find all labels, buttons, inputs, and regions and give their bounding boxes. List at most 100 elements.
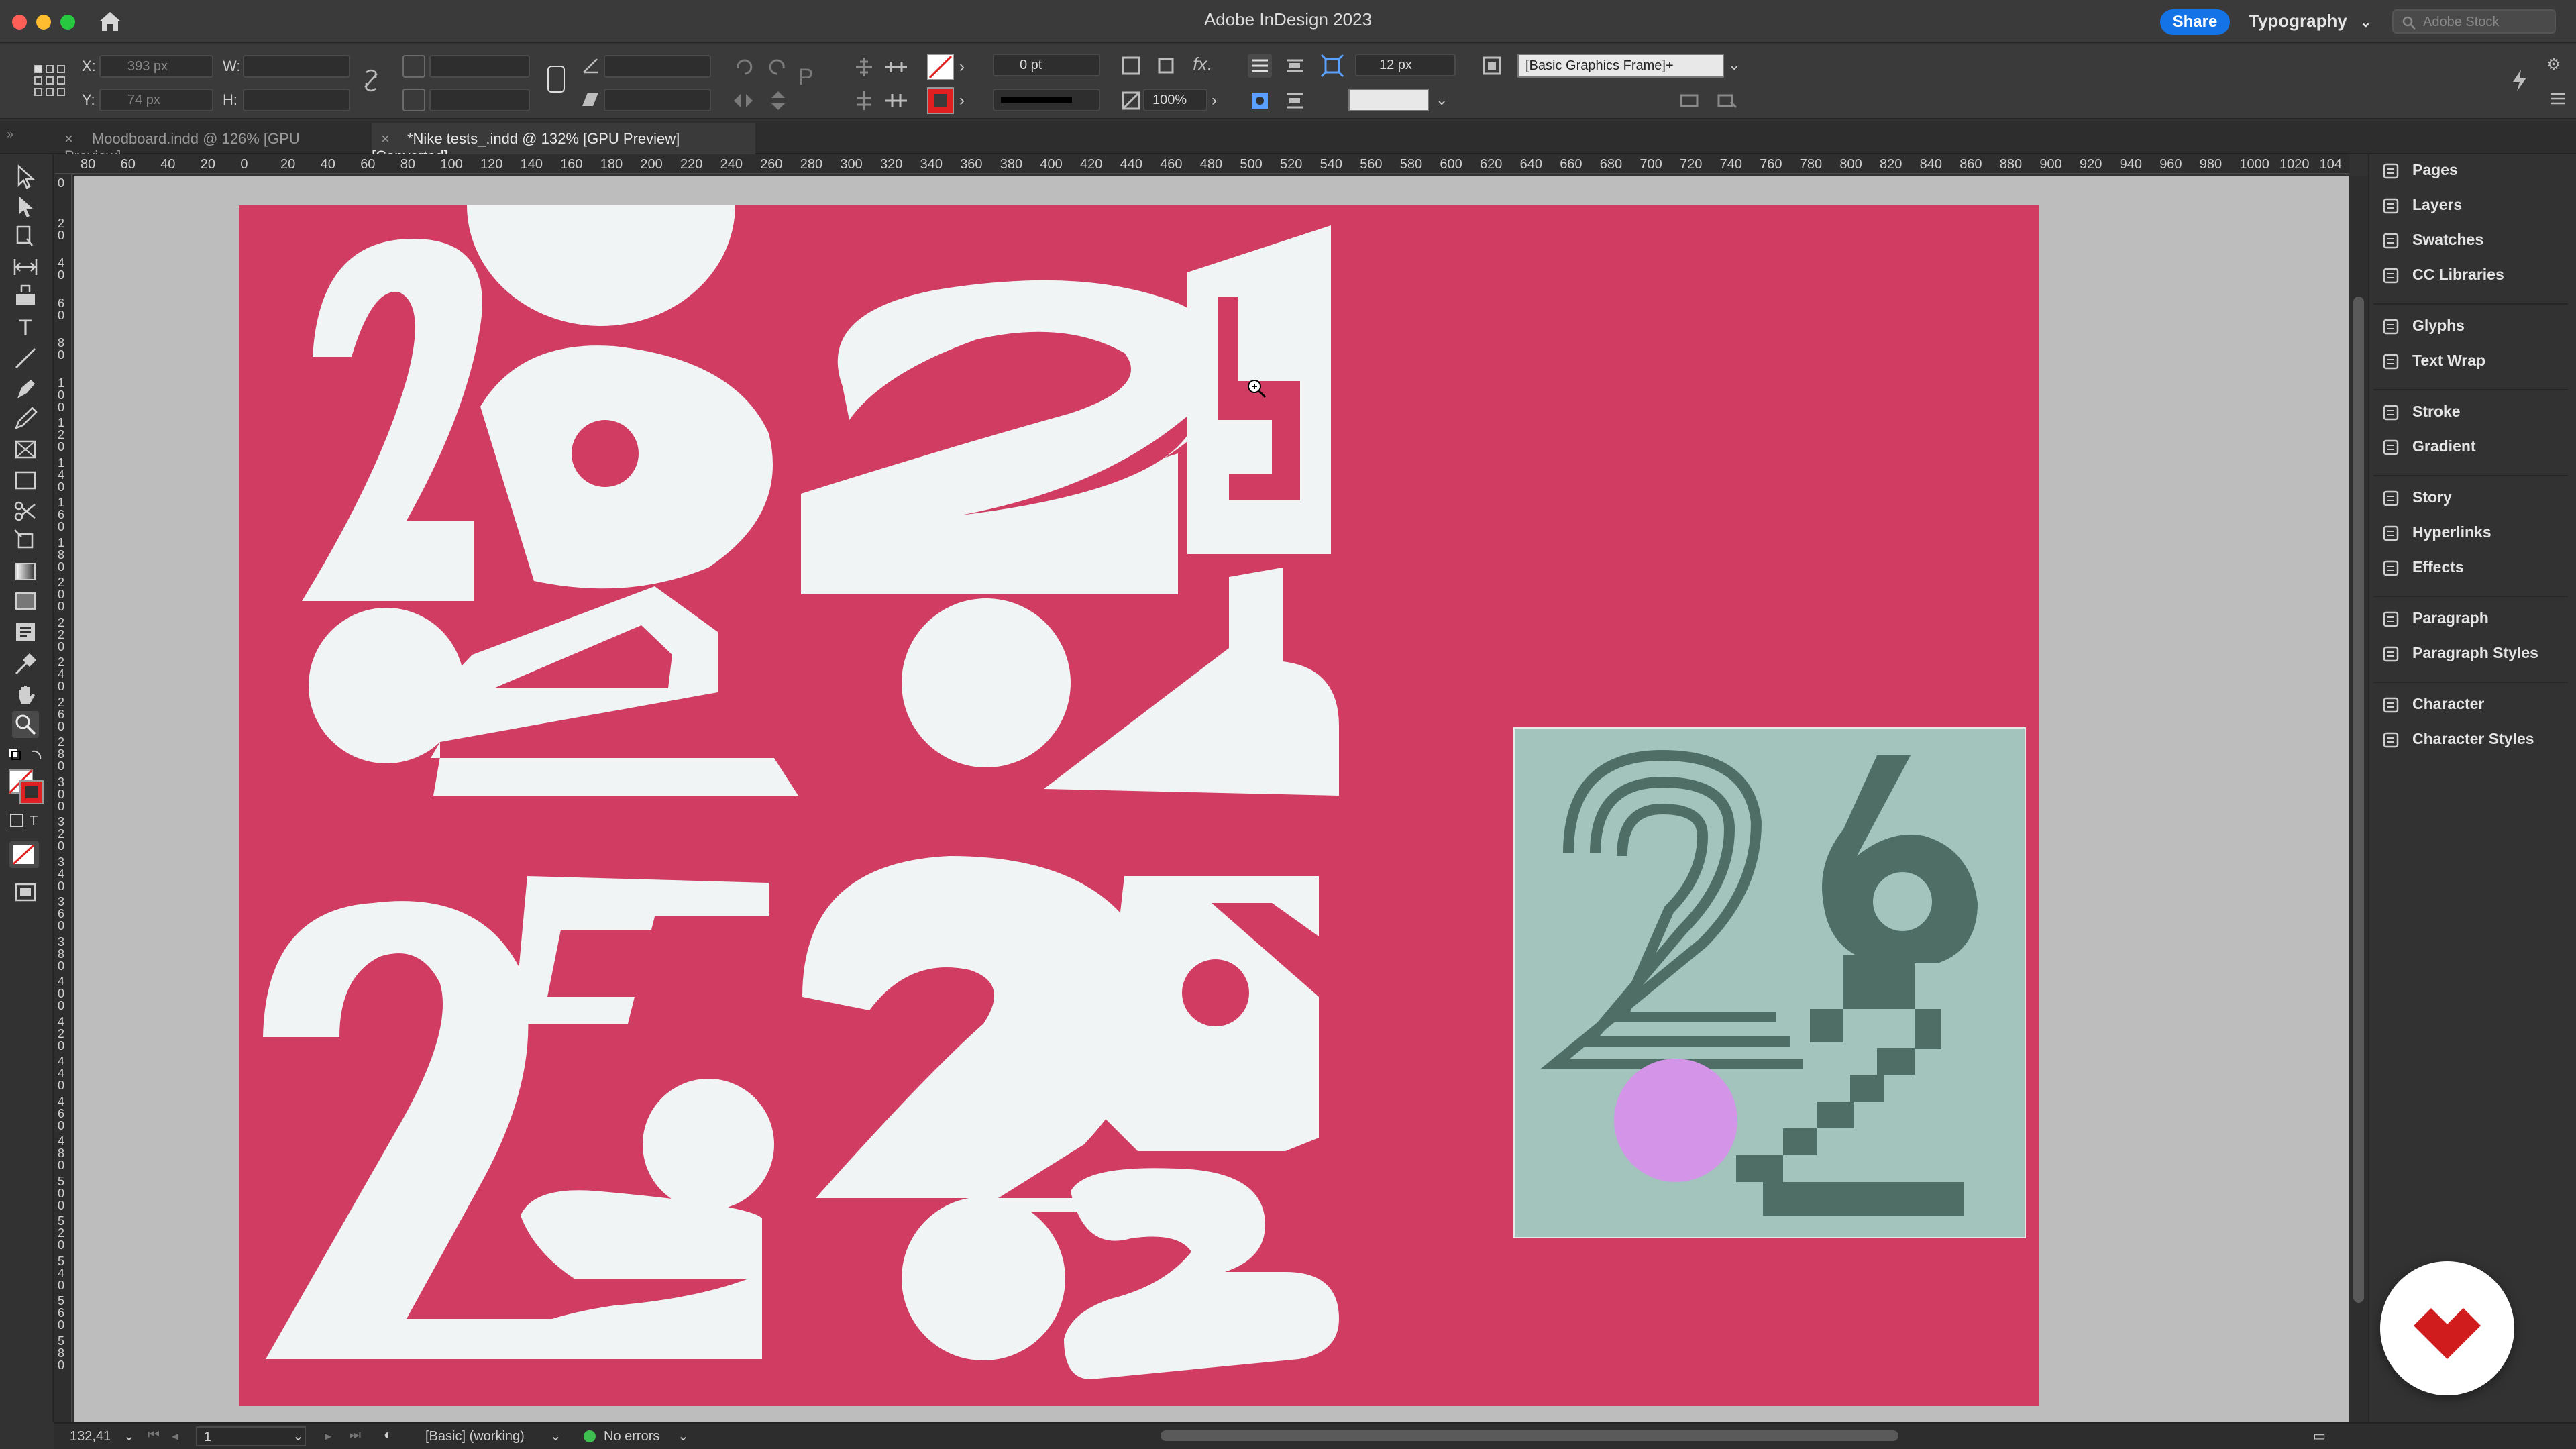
- page-tool-icon[interactable]: [12, 223, 39, 250]
- scissors-tool-icon[interactable]: [12, 498, 39, 525]
- selection-tool-icon[interactable]: [12, 164, 39, 191]
- profile-chevron-icon[interactable]: ⌄: [550, 1428, 561, 1444]
- panel-paragraph[interactable]: Paragraph: [2381, 609, 2489, 636]
- object-style-dropdown[interactable]: [Basic Graphics Frame]+: [1517, 54, 1724, 78]
- prev-page-icon[interactable]: ◂: [172, 1428, 178, 1444]
- preflight-errors[interactable]: No errors: [604, 1429, 659, 1444]
- line-tool-icon[interactable]: [12, 345, 39, 372]
- text-wrap-object-icon[interactable]: [1248, 89, 1272, 113]
- settings-gear-icon[interactable]: ⚙: [2546, 55, 2567, 75]
- rotation-field[interactable]: [604, 55, 711, 78]
- flip-vertical-icon[interactable]: [766, 89, 790, 113]
- eyedropper-tool-icon[interactable]: [12, 651, 39, 678]
- text-wrap-bounding-icon[interactable]: [1283, 54, 1307, 78]
- panel-glyphs[interactable]: Glyphs: [2381, 317, 2465, 343]
- page-chevron-icon[interactable]: ⌄: [292, 1428, 304, 1444]
- panel-character-styles[interactable]: Character Styles: [2381, 730, 2534, 757]
- vertical-ruler[interactable]: 0 2 0 4 0 6 0 8 0 1 0 0 1 2 0 1 4 0 1 6 0 1 8 0 2 …: [54, 174, 72, 1422]
- object-style-chevron-icon[interactable]: ⌄: [1728, 56, 1740, 74]
- panel-effects[interactable]: Effects: [2381, 558, 2464, 585]
- stroke-style-preview[interactable]: [1348, 89, 1429, 111]
- panel-pages[interactable]: Pages: [2381, 161, 2458, 188]
- quick-apply-icon[interactable]: [1677, 89, 1701, 113]
- horizontal-scroll-thumb[interactable]: [1161, 1430, 1898, 1441]
- close-tab-icon[interactable]: ×: [381, 130, 390, 147]
- select-previous-icon[interactable]: [851, 89, 877, 113]
- shear-field[interactable]: [604, 89, 711, 111]
- x-position-field[interactable]: 393 px: [99, 55, 213, 78]
- screen-mode-icon[interactable]: [12, 879, 39, 906]
- zoom-tool-icon[interactable]: [12, 711, 39, 738]
- placed-graphic-frame[interactable]: [1513, 727, 2026, 1238]
- pen-tool-icon[interactable]: [12, 376, 39, 402]
- stroke-weight-field[interactable]: 0 pt: [993, 54, 1100, 76]
- direct-selection-tool-icon[interactable]: [12, 193, 39, 220]
- content-collector-icon[interactable]: [12, 283, 39, 310]
- open-page-icon[interactable]: ◐: [384, 1428, 392, 1443]
- preflight-profile[interactable]: [Basic] (working): [425, 1429, 525, 1444]
- last-page-icon[interactable]: ⏭: [349, 1428, 361, 1443]
- close-tab-icon[interactable]: ×: [64, 130, 73, 147]
- horizontal-ruler[interactable]: 80 60 40 20 0 20 40 60 80 100 120 140 160 180 200 220 24…: [55, 154, 2349, 174]
- y-position-field[interactable]: 74 px: [99, 89, 213, 111]
- constrain-proportions-icon[interactable]: [361, 67, 381, 94]
- type-tool-icon[interactable]: T: [12, 315, 39, 342]
- panel-paragraph-styles[interactable]: Paragraph Styles: [2381, 644, 2538, 671]
- fill-menu-arrow-icon[interactable]: ›: [959, 58, 965, 76]
- constrain-scale-icon[interactable]: [547, 66, 565, 93]
- panel-text-wrap[interactable]: Text Wrap: [2381, 352, 2485, 378]
- panel-gradient[interactable]: Gradient: [2381, 437, 2476, 464]
- zoom-level[interactable]: 132,41: [70, 1429, 111, 1444]
- frame-icon[interactable]: [1154, 54, 1178, 78]
- reference-point-icon[interactable]: [32, 63, 67, 98]
- width-field[interactable]: [243, 55, 350, 78]
- lightning-icon[interactable]: [2508, 67, 2532, 94]
- auto-fit-icon[interactable]: [1320, 54, 1344, 78]
- stroke-style-chevron-icon[interactable]: ⌄: [1436, 91, 1448, 109]
- select-next-icon[interactable]: [883, 89, 910, 113]
- panel-menu-icon[interactable]: [2548, 89, 2568, 109]
- fill-stroke-proxy[interactable]: [7, 767, 47, 805]
- workspace-switcher[interactable]: Typography ⌄: [2249, 11, 2371, 32]
- free-transform-tool-icon[interactable]: [12, 527, 39, 554]
- select-container-icon[interactable]: [851, 55, 877, 79]
- apply-none-icon[interactable]: [9, 841, 39, 868]
- fill-none-swatch[interactable]: [927, 54, 954, 80]
- fitting-icon[interactable]: [1480, 54, 1504, 78]
- tab-moodboard[interactable]: × Moodboard.indd @ 126% [GPU Preview]: [64, 123, 360, 164]
- rectangle-frame-tool-icon[interactable]: [12, 436, 39, 463]
- stroke-align-icon[interactable]: [1119, 54, 1143, 78]
- vertical-scroll-thumb[interactable]: [2353, 297, 2364, 1303]
- panel-layers[interactable]: Layers: [2381, 196, 2462, 223]
- scale-y-field[interactable]: [429, 89, 530, 111]
- panel-cc-libraries[interactable]: CC Libraries: [2381, 266, 2504, 292]
- panel-hyperlinks[interactable]: Hyperlinks: [2381, 523, 2491, 550]
- formatting-affects-icon[interactable]: T: [8, 812, 46, 829]
- stroke-swatch[interactable]: [927, 87, 954, 114]
- flip-horizontal-icon[interactable]: [731, 89, 755, 113]
- clear-overrides-icon[interactable]: [1715, 89, 1739, 113]
- text-wrap-jump-icon[interactable]: [1283, 89, 1307, 113]
- select-content-icon[interactable]: [883, 55, 910, 79]
- note-tool-icon[interactable]: [12, 619, 39, 645]
- hand-tool-icon[interactable]: [12, 682, 39, 708]
- page-number-field[interactable]: 1: [196, 1426, 306, 1446]
- adobe-stock-search[interactable]: Adobe Stock: [2392, 9, 2556, 34]
- panel-character[interactable]: Character: [2381, 695, 2484, 722]
- vertical-scrollbar[interactable]: [2349, 176, 2368, 1422]
- text-wrap-none-icon[interactable]: [1248, 54, 1272, 78]
- tab-nike-tests[interactable]: × *Nike tests_.indd @ 132% [GPU Preview]…: [372, 123, 755, 164]
- rotate-cw-icon[interactable]: [731, 55, 755, 79]
- collapse-toolbox-icon[interactable]: »: [7, 127, 13, 142]
- gradient-swatch-tool-icon[interactable]: [12, 558, 39, 585]
- scale-x-field[interactable]: [429, 55, 530, 78]
- panel-story[interactable]: Story: [2381, 488, 2452, 515]
- pasteboard[interactable]: [74, 176, 2349, 1422]
- pencil-tool-icon[interactable]: [12, 405, 39, 432]
- gradient-feather-tool-icon[interactable]: [12, 588, 39, 614]
- zoom-chevron-icon[interactable]: ⌄: [123, 1428, 135, 1444]
- share-button[interactable]: Share: [2160, 9, 2230, 35]
- effects-fx-icon[interactable]: fx.: [1193, 54, 1217, 78]
- errors-chevron-icon[interactable]: ⌄: [678, 1428, 689, 1444]
- first-page-icon[interactable]: ⏮: [148, 1428, 160, 1443]
